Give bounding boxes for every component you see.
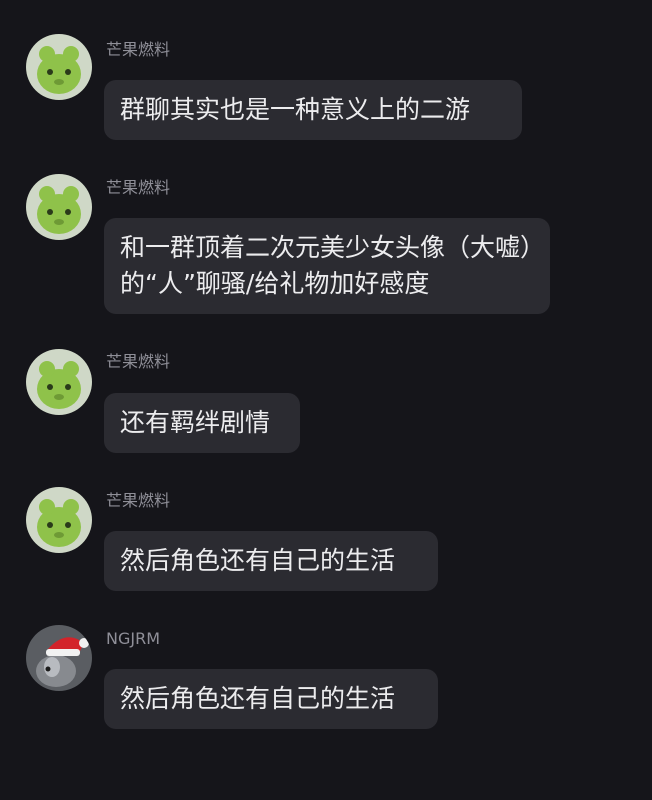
message-bubble[interactable]: 然后角色还有自己的生活 xyxy=(104,531,438,591)
avatar-green-fuzzy-creature-icon[interactable] xyxy=(26,174,92,240)
message-bubble[interactable]: 还有羁绊剧情 xyxy=(104,393,300,453)
avatar-green-fuzzy-creature-icon[interactable] xyxy=(26,487,92,553)
sender-name: 芒果燃料 xyxy=(106,178,171,197)
sender-name: 芒果燃料 xyxy=(106,352,171,371)
sender-name: 芒果燃料 xyxy=(106,40,171,59)
message-bubble[interactable]: 然后角色还有自己的生活 xyxy=(104,669,438,729)
message-bubble[interactable]: 和一群顶着二次元美少女头像（大嘘）的“人”聊骚/给礼物加好感度 xyxy=(104,218,550,314)
avatar-green-fuzzy-creature-icon[interactable] xyxy=(26,349,92,415)
avatar-green-fuzzy-creature-icon[interactable] xyxy=(26,34,92,100)
sender-name: NGJRM xyxy=(106,629,161,648)
message-bubble[interactable]: 群聊其实也是一种意义上的二游 xyxy=(104,80,522,140)
chat-message-list: 芒果燃料 群聊其实也是一种意义上的二游 芒果燃料 和一群顶着二次元美少女头像（大… xyxy=(0,0,652,800)
sender-name: 芒果燃料 xyxy=(106,491,171,510)
avatar-santa-hat-icon[interactable] xyxy=(26,625,92,691)
